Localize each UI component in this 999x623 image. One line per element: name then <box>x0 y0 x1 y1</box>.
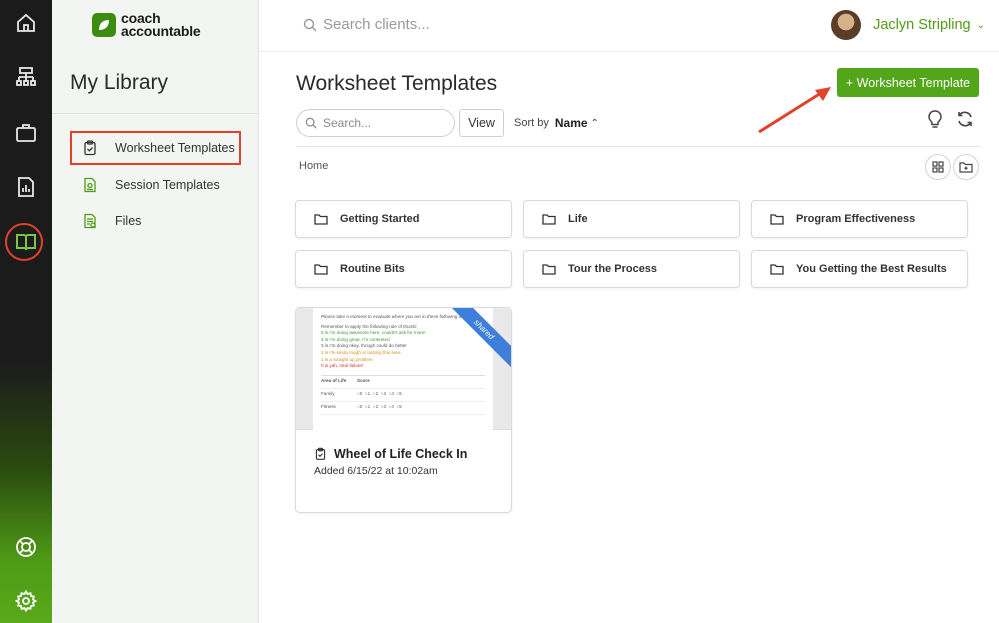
preview-line: 4 is I'm doing great, I'm contented <box>321 336 390 342</box>
folder-icon <box>770 213 784 225</box>
folder-name: Program Effectiveness <box>796 213 916 225</box>
clipboard-check-icon <box>315 447 326 460</box>
brand-line2: accountable <box>121 23 201 39</box>
template-thumbnail: Please take a moment to evaluate where y… <box>296 308 511 430</box>
book-icon[interactable] <box>11 227 41 257</box>
search-icon <box>303 18 317 31</box>
sidebar-item-label: Session Templates <box>115 178 220 192</box>
search-placeholder: Search... <box>323 116 372 130</box>
folder-name: Tour the Process <box>568 263 658 275</box>
view-button[interactable]: View <box>459 109 504 137</box>
briefcase-icon[interactable] <box>11 118 41 148</box>
divider <box>296 146 980 147</box>
sidebar-item-label: Files <box>115 214 142 228</box>
sidebar-item-files[interactable]: Files <box>70 204 240 238</box>
folder-card[interactable]: Program Effectiveness <box>751 200 968 238</box>
grid-view-icon[interactable] <box>925 154 951 180</box>
preview-col: Score <box>357 378 370 384</box>
folder-name: You Getting the Best Results <box>796 263 947 275</box>
home-icon[interactable] <box>11 8 41 38</box>
preview-col: Area of Life <box>321 378 347 384</box>
sort-field: Name <box>554 116 588 130</box>
report-icon[interactable] <box>11 172 41 202</box>
preview-scores: ○0 ○1 ○2 ○3 ○4 ○5 <box>357 391 402 397</box>
sidebar-item-session-templates[interactable]: Session Templates <box>70 168 240 202</box>
folder-card[interactable]: Getting Started <box>295 200 512 238</box>
folder-name: Life <box>568 213 588 225</box>
sort-control[interactable]: Sort by Name ⌃ <box>514 116 599 130</box>
top-bar: Search clients... Jaclyn Stripling ⌄ <box>259 0 999 52</box>
preview-cell: Family <box>321 391 335 397</box>
sort-prefix: Sort by <box>514 117 549 129</box>
refresh-icon[interactable] <box>954 108 976 130</box>
preview-table: Area of Life Score Family ○0 ○1 ○2 ○3 ○4… <box>321 374 485 415</box>
avatar <box>831 10 862 40</box>
folder-icon <box>542 263 556 275</box>
folder-icon <box>770 263 784 275</box>
search-icon <box>305 117 317 129</box>
sidebar-item-label: Worksheet Templates <box>115 141 235 155</box>
chevron-down-icon: ⌄ <box>976 19 985 31</box>
folder-card[interactable]: You Getting the Best Results <box>751 250 968 288</box>
worksheet-preview: Please take a moment to evaluate where y… <box>313 308 493 430</box>
breadcrumb[interactable]: Home <box>299 160 328 172</box>
folder-name: Getting Started <box>340 213 420 225</box>
folder-card[interactable]: Routine Bits <box>295 250 512 288</box>
preview-line: 2 is I'm kinda rough or lacking this are… <box>321 349 401 355</box>
gear-icon[interactable] <box>11 586 41 616</box>
sitemap-icon[interactable] <box>11 62 41 92</box>
page-title: Worksheet Templates <box>296 72 498 95</box>
session-doc-icon <box>82 177 98 193</box>
folder-icon <box>314 213 328 225</box>
add-worksheet-template-button[interactable]: + Worksheet Template <box>837 68 979 97</box>
preview-line: 0 is yah, total failure! <box>321 363 364 369</box>
preview-text: Remember to apply the following rule of … <box>321 323 418 329</box>
folder-card[interactable]: Life <box>523 200 740 238</box>
client-search-placeholder: Search clients... <box>323 16 430 33</box>
divider <box>52 113 258 114</box>
files-icon <box>82 213 98 229</box>
folder-icon <box>542 213 556 225</box>
folder-name: Routine Bits <box>340 263 405 275</box>
template-card[interactable]: Please take a moment to evaluate where y… <box>295 307 512 513</box>
preview-cell: Fitness <box>321 404 336 410</box>
preview-scores: ○0 ○1 ○2 ○3 ○4 ○5 <box>357 404 402 410</box>
app-rail <box>0 0 52 623</box>
chevron-up-icon: ⌃ <box>590 117 599 129</box>
user-name: Jaclyn Stripling <box>873 17 971 33</box>
lightbulb-icon[interactable] <box>924 108 946 130</box>
folder-icon <box>314 263 328 275</box>
preview-line: 3 is I'm doing okay, though could do bet… <box>321 343 407 349</box>
template-title: Wheel of Life Check In <box>314 447 467 461</box>
template-title-text: Wheel of Life Check In <box>334 447 468 461</box>
library-title: My Library <box>70 71 169 94</box>
annotation-arrow <box>758 87 831 134</box>
sidebar-item-worksheet-templates[interactable]: Worksheet Templates <box>70 131 241 165</box>
clipboard-check-icon <box>82 140 98 156</box>
lifebuoy-icon[interactable] <box>11 532 41 562</box>
folder-card[interactable]: Tour the Process <box>523 250 740 288</box>
new-folder-icon[interactable] <box>953 154 979 180</box>
leaf-icon <box>92 13 116 37</box>
user-menu[interactable]: Jaclyn Stripling ⌄ <box>831 10 985 40</box>
library-sidebar: coach accountable My Library Worksheet T… <box>52 0 259 623</box>
preview-line: 1 is a straight up problem <box>321 356 373 362</box>
preview-line: 5 is I'm doing awesome here, couldn't as… <box>321 330 426 336</box>
brand-logo[interactable]: coach accountable <box>92 11 201 39</box>
client-search[interactable]: Search clients... <box>303 16 430 33</box>
template-date: Added 6/15/22 at 10:02am <box>314 465 438 477</box>
search-input[interactable]: Search... <box>296 109 455 137</box>
